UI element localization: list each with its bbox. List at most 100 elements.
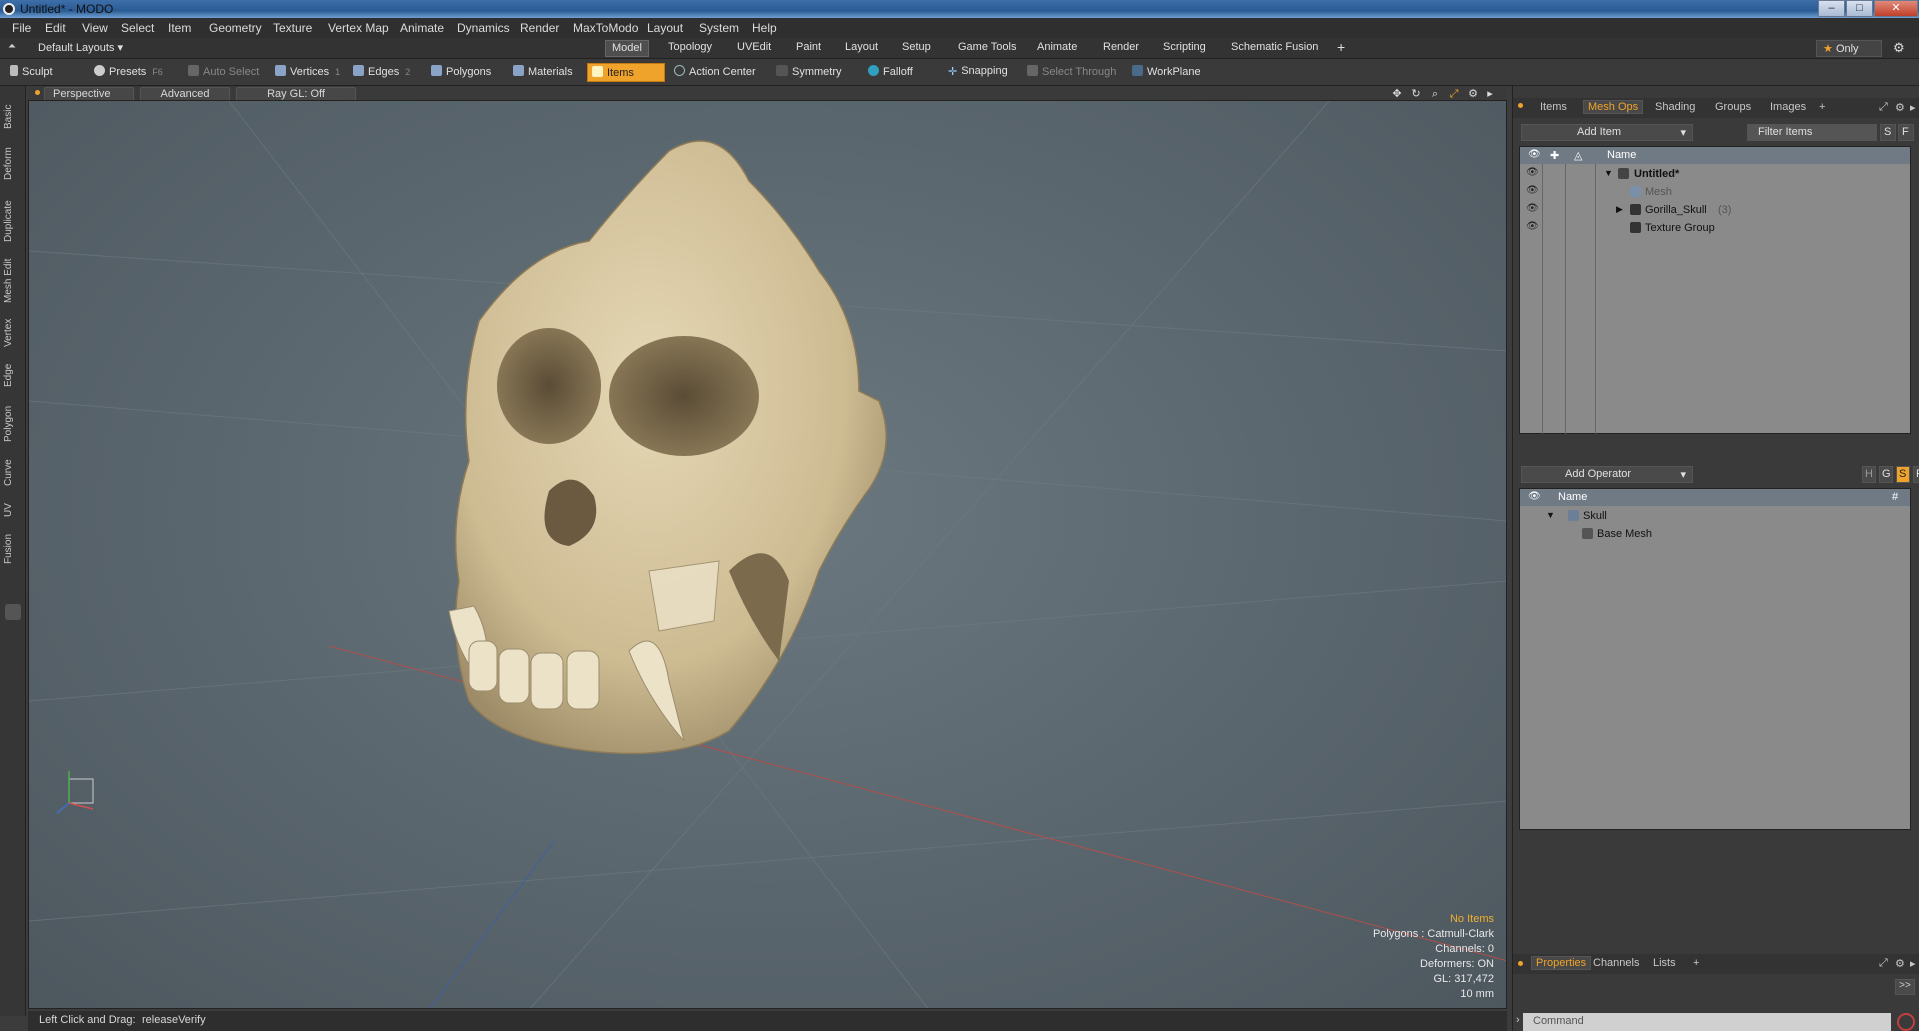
tab-duplicate[interactable]: Duplicate [3,196,23,246]
tab-fusion[interactable]: Fusion [3,530,23,568]
add-panel-tab-button[interactable]: + [1819,101,1825,113]
record-icon[interactable] [1897,1013,1915,1031]
maximize-view-icon[interactable]: ⤢ [1448,88,1460,100]
tab-deform[interactable]: Deform [3,144,23,184]
expand-panel-icon[interactable]: ⤢ [1879,101,1888,114]
tab-setup[interactable]: Setup [896,40,937,57]
bottom-panel-arrow-icon[interactable]: ▸ [1910,957,1916,970]
vertices-button[interactable]: Vertices 1 [271,63,344,82]
select-through-button[interactable]: Select Through [1023,63,1120,82]
menu-file[interactable]: File [12,21,31,35]
menu-item[interactable]: Item [168,21,191,35]
menu-view[interactable]: View [82,21,108,35]
collapse-arrow-icon[interactable]: ▼ [1546,510,1555,520]
menu-maxtomodo[interactable]: MaxToModo [573,21,638,35]
menu-help[interactable]: Help [752,21,777,35]
perspective-dropdown[interactable]: Perspective [44,87,134,101]
edges-button[interactable]: Edges 2 [349,63,414,82]
s-button[interactable]: S [1880,124,1896,141]
menu-dynamics[interactable]: Dynamics [457,21,510,35]
tree-row-untitled[interactable]: 👁 ▼ Untitled* [1520,165,1910,183]
move-view-icon[interactable]: ✥ [1391,88,1403,100]
tab-lists[interactable]: Lists [1653,957,1676,969]
tab-paint[interactable]: Paint [790,40,827,57]
s-operator-button[interactable]: S [1896,466,1910,483]
advanced-dropdown[interactable]: Advanced [140,87,230,101]
menu-render[interactable]: Render [520,21,559,35]
presets-button[interactable]: Presets F6 [90,63,167,82]
default-layouts-dropdown[interactable]: Default Layouts ▾ [38,41,123,54]
sculpt-button[interactable]: Sculpt [6,63,57,82]
auto-select-button[interactable]: Auto Select [184,63,263,82]
tab-mesh-ops[interactable]: Mesh Ops [1583,100,1644,114]
snapping-button[interactable]: ✛ Snapping [944,63,1012,82]
eye-icon[interactable]: 👁 [1526,167,1539,178]
panel-gear-icon[interactable]: ⚙ [1895,101,1905,114]
tab-polygon[interactable]: Polygon [3,402,23,446]
action-center-button[interactable]: Action Center [670,63,760,82]
rotate-view-icon[interactable]: ↻ [1410,88,1422,100]
add-item-button[interactable]: Add Item ▾ [1521,124,1693,141]
tab-groups[interactable]: Groups [1715,101,1751,113]
expand-arrow-icon[interactable]: ▶ [1616,204,1623,215]
tab-items[interactable]: Items [1540,101,1567,113]
viewport-settings-icon[interactable]: ⚙ [1467,88,1479,100]
tab-game-tools[interactable]: Game Tools [952,40,1023,57]
minimize-button[interactable]: – [1818,0,1845,17]
polygons-button[interactable]: Polygons [427,63,495,82]
menu-system[interactable]: System [699,21,739,35]
symmetry-button[interactable]: Symmetry [772,63,846,82]
tab-edge[interactable]: Edge [3,360,23,390]
tab-mesh-edit[interactable]: Mesh Edit [3,256,23,306]
bottom-panel-gear-icon[interactable]: ⚙ [1895,957,1905,970]
workplane-button[interactable]: WorkPlane [1128,63,1205,82]
tab-uvedit[interactable]: UVEdit [731,40,777,57]
menu-edit[interactable]: Edit [45,21,66,35]
tab-curve[interactable]: Curve [3,456,23,490]
items-button[interactable]: Items [587,63,665,82]
menu-texture[interactable]: Texture [273,21,312,35]
tab-uv[interactable]: UV [3,500,23,520]
menu-geometry[interactable]: Geometry [209,21,262,35]
h-button[interactable]: H [1862,466,1876,483]
tab-model[interactable]: Model [605,40,649,57]
add-layout-tab-button[interactable]: + [1331,38,1351,55]
expand-properties-button[interactable]: >> [1895,979,1915,995]
menu-vertex-map[interactable]: Vertex Map [328,21,389,35]
tree-row-base-mesh[interactable]: Base Mesh [1520,525,1910,543]
eye-icon[interactable]: 👁 [1526,203,1539,214]
menu-animate[interactable]: Animate [400,21,444,35]
gear-icon[interactable]: ⚙ [1893,40,1905,56]
menu-select[interactable]: Select [121,21,154,35]
command-input[interactable]: Command [1523,1013,1891,1031]
zoom-view-icon[interactable]: ⌕ [1429,88,1441,100]
f-operator-button[interactable]: F [1913,466,1919,483]
eye-icon[interactable]: 👁 [1526,221,1539,232]
panel-arrow-icon[interactable]: ▸ [1910,101,1916,114]
tab-render[interactable]: Render [1097,40,1145,57]
add-bottom-tab-button[interactable]: + [1693,957,1699,969]
tree-row-mesh[interactable]: 👁 Mesh [1520,183,1910,201]
tab-basic[interactable]: Basic [3,102,23,132]
menu-layout[interactable]: Layout [647,21,683,35]
tab-properties[interactable]: Properties [1531,956,1592,970]
eye-icon[interactable]: 👁 [1526,185,1539,196]
add-operator-button[interactable]: Add Operator ▾ [1521,466,1693,483]
tree-row-skull[interactable]: ▼ Skull [1520,507,1910,525]
g-button[interactable]: G [1879,466,1893,483]
tab-layout[interactable]: Layout [839,40,884,57]
filter-items-input[interactable]: Filter Items [1747,124,1877,141]
expand-bottom-panel-icon[interactable]: ⤢ [1879,957,1888,970]
3d-viewport[interactable]: No Items Polygons : Catmull-Clark Channe… [28,100,1507,1009]
tab-channels[interactable]: Channels [1593,957,1639,969]
tab-images[interactable]: Images [1770,101,1806,113]
tab-schematic-fusion[interactable]: Schematic Fusion [1225,40,1324,57]
only-toggle[interactable]: ★ Only [1816,40,1882,57]
tab-shading[interactable]: Shading [1655,101,1695,113]
tab-scripting[interactable]: Scripting [1157,40,1212,57]
collapse-arrow-icon[interactable]: ▼ [1604,168,1613,178]
falloff-button[interactable]: Falloff [864,63,917,82]
materials-button[interactable]: Materials [509,63,577,82]
layout-arrow-icon[interactable]: ⏶ [8,41,16,52]
tree-row-texture-group[interactable]: 👁 Texture Group [1520,219,1910,237]
